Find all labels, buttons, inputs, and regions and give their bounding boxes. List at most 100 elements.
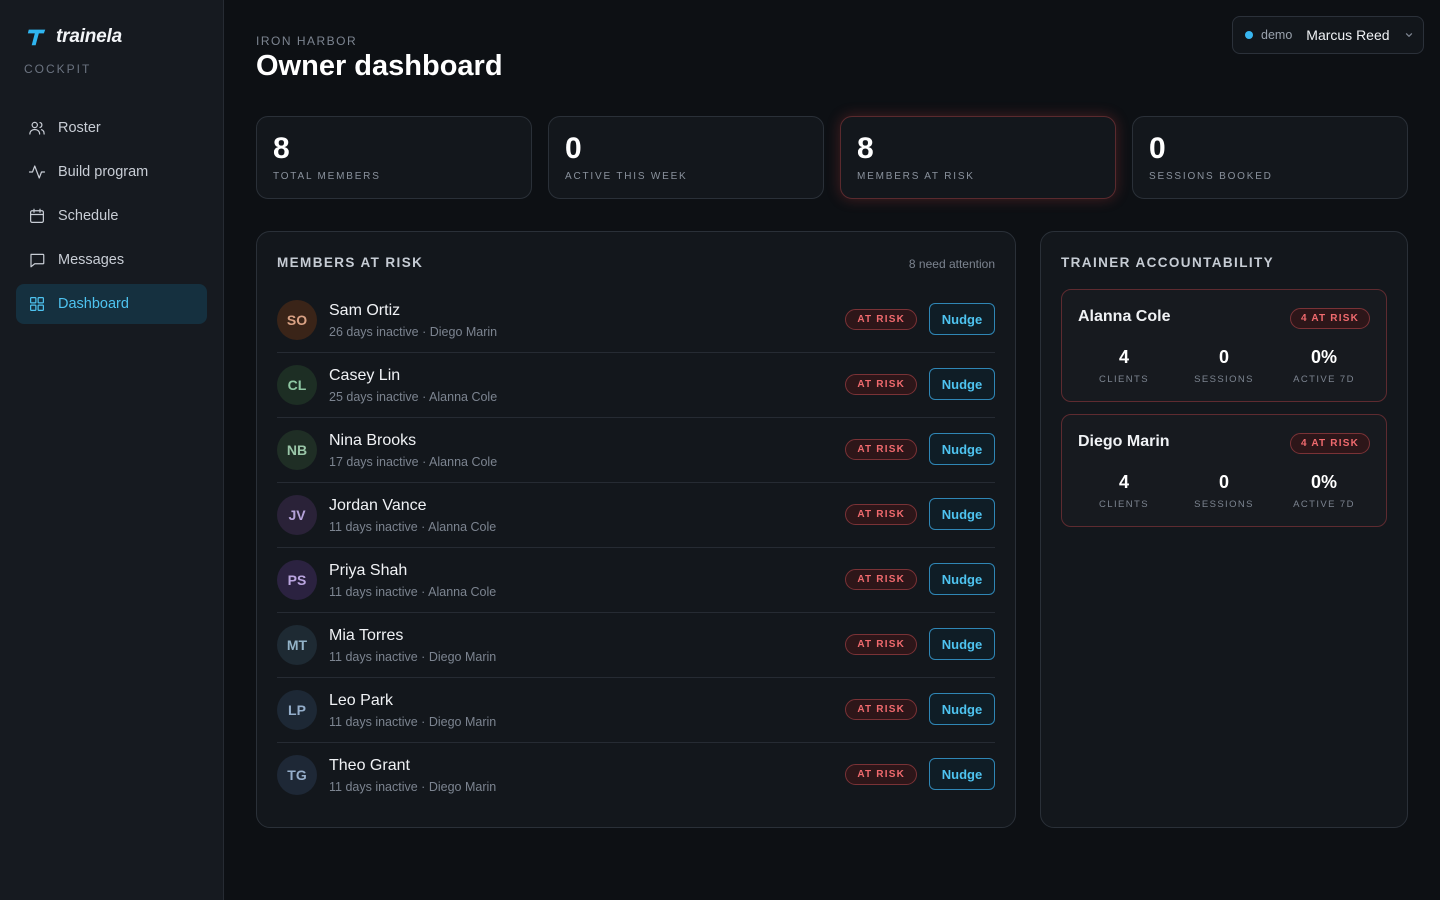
avatar: LP [277, 690, 317, 730]
list-item: PS Priya Shah 11 days inactive · Alanna … [277, 548, 995, 613]
sidebar-item-messages[interactable]: Messages [16, 240, 207, 280]
trainer-stat-clients: 4 CLIENTS [1074, 471, 1174, 510]
activity-icon [28, 165, 46, 179]
member-name[interactable]: Theo Grant [329, 757, 410, 775]
member-inactivity: 11 days inactive · Alanna Cole [329, 585, 497, 599]
trainer-card[interactable]: Diego Marin 4 AT RISK 4 CLIENTS 0 SESSIO… [1061, 414, 1387, 527]
member-inactivity: 25 days inactive · Alanna Cole [329, 390, 498, 404]
avatar: PS [277, 560, 317, 600]
member-inactivity: 26 days inactive · Diego Marin [329, 325, 498, 339]
stat-value: 0% [1310, 347, 1337, 367]
status-badge: AT RISK [845, 309, 917, 330]
brand[interactable]: trainela [26, 26, 122, 48]
status-badge: AT RISK [845, 374, 917, 395]
attention-count: 8 need attention [908, 257, 995, 271]
trainer-stat-sessions: 0 SESSIONS [1174, 471, 1274, 510]
stat-cards: 8 TOTAL MEMBERS 0 ACTIVE THIS WEEK 8 MEM… [256, 116, 1408, 199]
nudge-button[interactable]: Nudge [929, 498, 995, 530]
stat-card-members-at-risk: 8 MEMBERS AT RISK [840, 116, 1116, 199]
avatar-initials: CL [287, 377, 307, 393]
user-menu-button[interactable]: demo Marcus Reed [1232, 16, 1424, 54]
risk-list: SO Sam Ortiz 26 days inactive · Diego Ma… [277, 288, 995, 808]
list-item: CL Casey Lin 25 days inactive · Alanna C… [277, 353, 995, 418]
avatar-initials: SO [286, 312, 308, 328]
member-inactivity: 11 days inactive · Alanna Cole [329, 520, 497, 534]
members-at-risk-panel: MEMBERS AT RISK 8 need attention SO Sam … [256, 231, 1016, 828]
avatar-initials: JV [288, 507, 306, 523]
brand-name: trainela [56, 26, 122, 47]
sidebar-item-label: Messages [58, 252, 125, 268]
list-item: SO Sam Ortiz 26 days inactive · Diego Ma… [277, 288, 995, 353]
stat-value: 8 [273, 132, 290, 165]
member-inactivity: 11 days inactive · Diego Marin [329, 650, 497, 664]
brand-subtitle: COCKPIT [24, 62, 92, 76]
status-badge: AT RISK [845, 764, 917, 785]
avatar: MT [277, 625, 317, 665]
panel-title: MEMBERS AT RISK [277, 255, 424, 270]
trainer-accountability-panel: TRAINER ACCOUNTABILITY Alanna Cole 4 AT … [1040, 231, 1408, 828]
sidebar-item-build-program[interactable]: Build program [16, 152, 207, 192]
list-item: JV Jordan Vance 11 days inactive · Alann… [277, 483, 995, 548]
sidebar-item-dashboard[interactable]: Dashboard [16, 284, 207, 324]
avatar-initials: PS [287, 572, 307, 588]
trainer-stats: 4 CLIENTS 0 SESSIONS 0% ACTIVE 7D [1074, 346, 1374, 385]
sidebar-item-schedule[interactable]: Schedule [16, 196, 207, 236]
trainer-name: Diego Marin [1078, 433, 1170, 450]
sidebar-item-roster[interactable]: Roster [16, 108, 207, 148]
member-name[interactable]: Priya Shah [329, 562, 407, 580]
trainer-stat-active-7d: 0% ACTIVE 7D [1274, 346, 1374, 385]
trainer-stats: 4 CLIENTS 0 SESSIONS 0% ACTIVE 7D [1074, 471, 1374, 510]
sidebar-item-label: Dashboard [58, 296, 129, 312]
stat-label: ACTIVE 7D [1293, 499, 1355, 510]
stat-value: 0 [565, 132, 582, 165]
trainer-name: Alanna Cole [1078, 308, 1171, 325]
stat-label: CLIENTS [1099, 499, 1149, 510]
member-name[interactable]: Sam Ortiz [329, 302, 400, 320]
status-badge: AT RISK [845, 634, 917, 655]
avatar: TG [277, 755, 317, 795]
breadcrumb: IRON HARBOR [256, 34, 358, 48]
nudge-button[interactable]: Nudge [929, 758, 995, 790]
user-name: Marcus Reed [1306, 27, 1390, 43]
avatar-initials: LP [288, 702, 306, 718]
member-inactivity: 17 days inactive · Alanna Cole [329, 455, 498, 469]
grid-icon [30, 297, 44, 311]
stat-card-total-members: 8 TOTAL MEMBERS [256, 116, 532, 199]
trainela-logo-icon [27, 29, 46, 46]
nudge-button[interactable]: Nudge [929, 693, 995, 725]
sidebar: trainela COCKPIT Roster Build program Sc… [0, 0, 224, 900]
avatar: NB [277, 430, 317, 470]
member-name[interactable]: Mia Torres [329, 627, 403, 645]
stat-label: ACTIVE 7D [1293, 374, 1355, 385]
member-name[interactable]: Casey Lin [329, 367, 400, 385]
status-badge: AT RISK [845, 699, 917, 720]
stat-value: 4 [1118, 347, 1129, 367]
nudge-button[interactable]: Nudge [929, 368, 995, 400]
status-dot-icon [1245, 31, 1253, 39]
stat-value: 8 [857, 132, 874, 165]
member-name[interactable]: Jordan Vance [329, 497, 427, 515]
nudge-button[interactable]: Nudge [929, 628, 995, 660]
nudge-button[interactable]: Nudge [929, 303, 995, 335]
trainer-stat-sessions: 0 SESSIONS [1174, 346, 1274, 385]
nudge-button[interactable]: Nudge [929, 563, 995, 595]
list-item: NB Nina Brooks 17 days inactive · Alanna… [277, 418, 995, 483]
member-name[interactable]: Nina Brooks [329, 432, 416, 450]
stat-card-active-this-week: 0 ACTIVE THIS WEEK [548, 116, 824, 199]
stat-value: 0 [1218, 347, 1229, 367]
stat-label: ACTIVE THIS WEEK [565, 171, 688, 182]
users-icon [29, 121, 45, 135]
avatar: CL [277, 365, 317, 405]
nudge-button[interactable]: Nudge [929, 433, 995, 465]
list-item: MT Mia Torres 11 days inactive · Diego M… [277, 613, 995, 678]
stat-label: MEMBERS AT RISK [857, 171, 975, 182]
stat-value: 4 [1118, 472, 1129, 492]
chevron-down-icon [1405, 33, 1412, 37]
status-badge: 4 AT RISK [1289, 308, 1370, 329]
avatar-initials: TG [287, 767, 307, 783]
member-inactivity: 11 days inactive · Diego Marin [329, 780, 497, 794]
stat-card-sessions-booked: 0 SESSIONS BOOKED [1132, 116, 1408, 199]
member-name[interactable]: Leo Park [329, 692, 393, 710]
trainer-card[interactable]: Alanna Cole 4 AT RISK 4 CLIENTS 0 SESSIO… [1061, 289, 1387, 402]
message-icon [30, 253, 45, 268]
